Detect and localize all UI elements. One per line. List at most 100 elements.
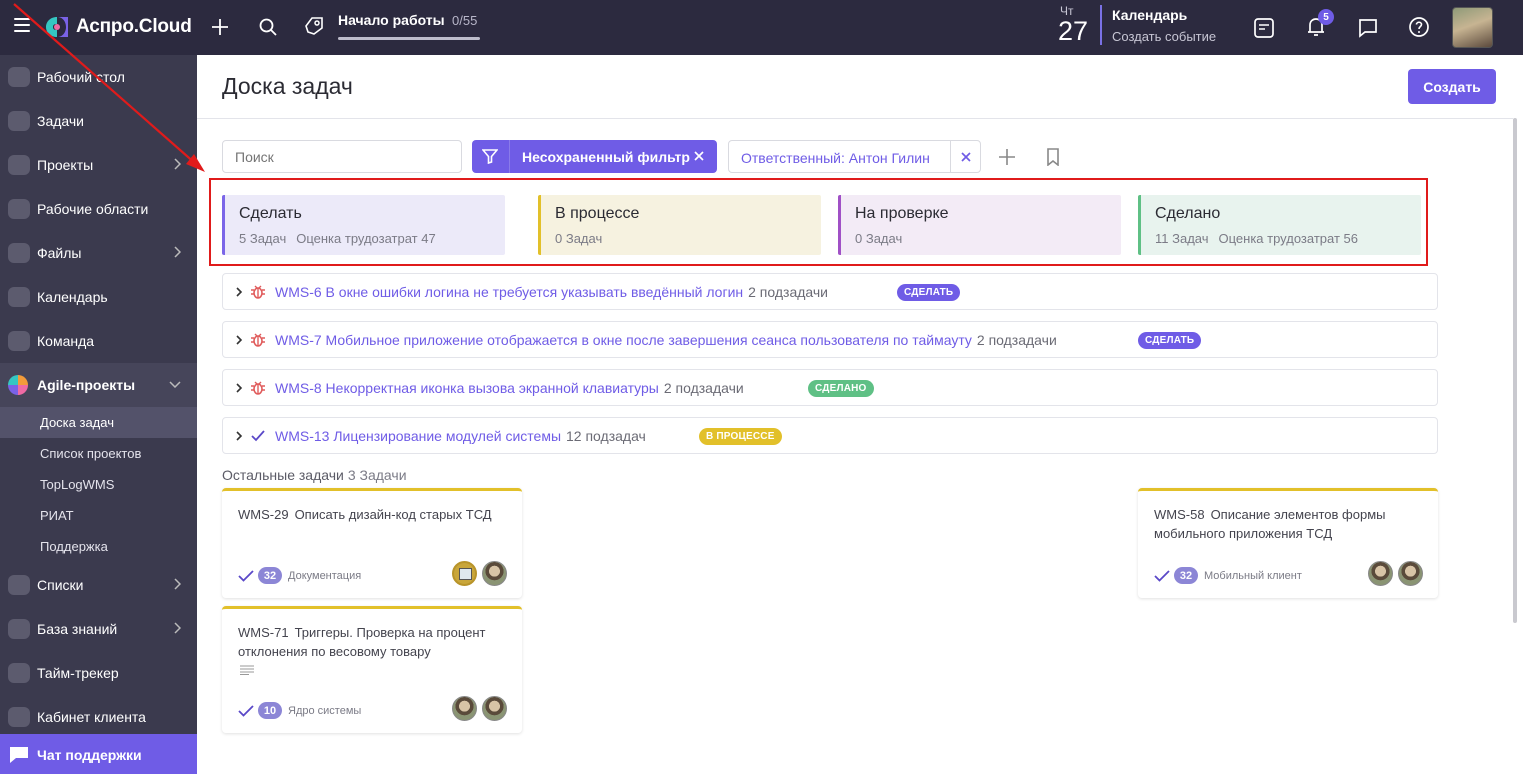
chevron-right-icon [174, 578, 181, 590]
notifications-badge[interactable]: 5 [1318, 9, 1334, 25]
others-section-title: Остальные задачи 3 Задачи [222, 467, 407, 483]
calendar-title[interactable]: Календарь [1112, 7, 1187, 23]
filter-icon [482, 149, 498, 164]
task-card[interactable]: WMS-58 Описание элементов формы мобильног… [1138, 488, 1438, 598]
unsaved-filter-label: Несохраненный фильтр [522, 149, 690, 165]
card-title[interactable]: WMS-71 Триггеры. Проверка на процент откл… [238, 623, 508, 661]
agile-icon [8, 375, 28, 395]
task-card[interactable]: WMS-29 Описать дизайн-код старых ТСД 32 Д… [222, 488, 522, 598]
close-icon[interactable] [960, 150, 972, 164]
task-card[interactable]: WMS-71 Триггеры. Проверка на процент откл… [222, 606, 522, 733]
epic-subtasks: 12 подзадач [566, 428, 646, 444]
epic-title[interactable]: WMS-7 Мобильное приложение отображается … [275, 332, 1057, 348]
avatar[interactable] [452, 696, 477, 721]
onboarding-title[interactable]: Начало работы [338, 12, 445, 28]
sidebar-subitem-riat[interactable]: РИАТ [0, 500, 197, 531]
description-icon [240, 665, 254, 675]
team-icon [8, 331, 30, 351]
card-component: Ядро системы [288, 704, 362, 717]
sidebar-subitem-project-list[interactable]: Список проектов [0, 438, 197, 469]
epic-title-text[interactable]: WMS-8 Некорректная иконка вызова экранно… [275, 380, 659, 396]
avatar[interactable] [1398, 561, 1423, 586]
chevron-right-icon[interactable] [235, 287, 243, 297]
bug-icon [251, 285, 265, 299]
card-assignees [1363, 561, 1423, 586]
status-badge: СДЕЛАНО [808, 380, 874, 397]
sidebar-item-knowledge-base[interactable]: База знаний [0, 607, 197, 651]
epic-row[interactable]: WMS-7 Мобильное приложение отображается … [222, 321, 1438, 358]
card-title-text: Описать дизайн-код старых ТСД [294, 507, 492, 522]
menu-icon[interactable] [14, 18, 30, 32]
logo-text[interactable]: Аспро.Cloud [76, 16, 192, 38]
avatar[interactable] [482, 696, 507, 721]
epic-title-text[interactable]: WMS-7 Мобильное приложение отображается … [275, 332, 972, 348]
user-avatar[interactable] [1452, 7, 1493, 48]
bookmark-icon[interactable] [1046, 148, 1060, 166]
chevron-right-icon [174, 246, 181, 258]
notes-icon[interactable] [1253, 17, 1275, 39]
sidebar-item-files[interactable]: Файлы [0, 231, 197, 275]
chip-separator [950, 141, 951, 172]
sidebar-item-workspaces[interactable]: Рабочие области [0, 187, 197, 231]
epic-title[interactable]: WMS-13 Лицензирование модулей системы 12 … [275, 428, 646, 444]
add-filter-icon[interactable] [998, 148, 1016, 166]
avatar[interactable] [482, 561, 507, 586]
sidebar-item-team[interactable]: Команда [0, 319, 197, 363]
card-title[interactable]: WMS-58 Описание элементов формы мобильног… [1154, 505, 1424, 543]
logo-icon [46, 17, 68, 37]
epic-title[interactable]: WMS-6 В окне ошибки логина не требуется … [275, 284, 828, 300]
sidebar-item-calendar[interactable]: Календарь [0, 275, 197, 319]
chip-separator [509, 140, 510, 173]
epic-title-text[interactable]: WMS-13 Лицензирование модулей системы [275, 428, 561, 444]
sidebar-item-agile[interactable]: Agile-проекты [0, 363, 197, 407]
chevron-right-icon[interactable] [235, 431, 243, 441]
chat-icon [10, 747, 28, 763]
chat-icon[interactable] [1357, 17, 1379, 39]
close-icon[interactable] [693, 149, 705, 163]
sidebar-item-projects[interactable]: Проекты [0, 143, 197, 187]
bug-icon [251, 333, 265, 347]
sidebar-subitem-label: Поддержка [40, 539, 108, 554]
status-badge: СДЕЛАТЬ [897, 284, 961, 301]
scrollbar[interactable] [1513, 118, 1517, 623]
sidebar-item-label: Файлы [37, 245, 82, 261]
sidebar-subitem-task-board[interactable]: Доска задач [0, 407, 197, 438]
search-icon[interactable] [258, 17, 278, 37]
card-title[interactable]: WMS-29 Описать дизайн-код старых ТСД [238, 505, 508, 524]
plus-icon[interactable] [210, 17, 230, 37]
epic-subtasks: 2 подзадачи [748, 284, 828, 300]
epic-row[interactable]: WMS-6 В окне ошибки логина не требуется … [222, 273, 1438, 310]
create-event-link[interactable]: Создать событие [1112, 29, 1216, 44]
help-icon[interactable] [1408, 16, 1430, 38]
rocket-icon[interactable] [302, 14, 326, 38]
sidebar-item-tasks[interactable]: Задачи [0, 99, 197, 143]
avatar[interactable] [1368, 561, 1393, 586]
sidebar-subitem-toplogwms[interactable]: TopLogWMS [0, 469, 197, 500]
chevron-right-icon[interactable] [235, 383, 243, 393]
sidebar: Рабочий стол Задачи Проекты Рабочие обла… [0, 55, 197, 774]
sidebar-item-time-tracker[interactable]: Тайм-трекер [0, 651, 197, 695]
top-bar: Аспро.Cloud Начало работы 0/55 Чт 27 Кал… [0, 0, 1523, 55]
sidebar-item-desktop[interactable]: Рабочий стол [0, 55, 197, 99]
chevron-right-icon[interactable] [235, 335, 243, 345]
epic-title-text[interactable]: WMS-6 В окне ошибки логина не требуется … [275, 284, 743, 300]
sidebar-item-label: Списки [37, 577, 84, 593]
chat-support-button[interactable]: Чат поддержки [0, 734, 197, 774]
epic-title[interactable]: WMS-8 Некорректная иконка вызова экранно… [275, 380, 744, 396]
avatar[interactable] [452, 561, 477, 586]
epic-row[interactable]: WMS-13 Лицензирование модулей системы 12 … [222, 417, 1438, 454]
card-component: Мобильный клиент [1204, 569, 1302, 582]
epic-row[interactable]: WMS-8 Некорректная иконка вызова экранно… [222, 369, 1438, 406]
assignee-filter-chip[interactable]: Ответственный: Антон Гилин [728, 140, 981, 173]
create-button[interactable]: Создать [1408, 69, 1496, 104]
onboarding-progress [338, 37, 480, 40]
unsaved-filter-chip[interactable]: Несохраненный фильтр [472, 140, 717, 173]
estimate-badge: 10 [258, 702, 282, 719]
check-icon [238, 704, 254, 717]
bug-icon [251, 381, 265, 395]
sidebar-item-client-cabinet[interactable]: Кабинет клиента [0, 695, 197, 739]
search-input[interactable] [222, 140, 462, 173]
sidebar-subitem-support[interactable]: Поддержка [0, 531, 197, 562]
sidebar-subitem-label: Список проектов [40, 446, 142, 461]
sidebar-item-lists[interactable]: Списки [0, 563, 197, 607]
